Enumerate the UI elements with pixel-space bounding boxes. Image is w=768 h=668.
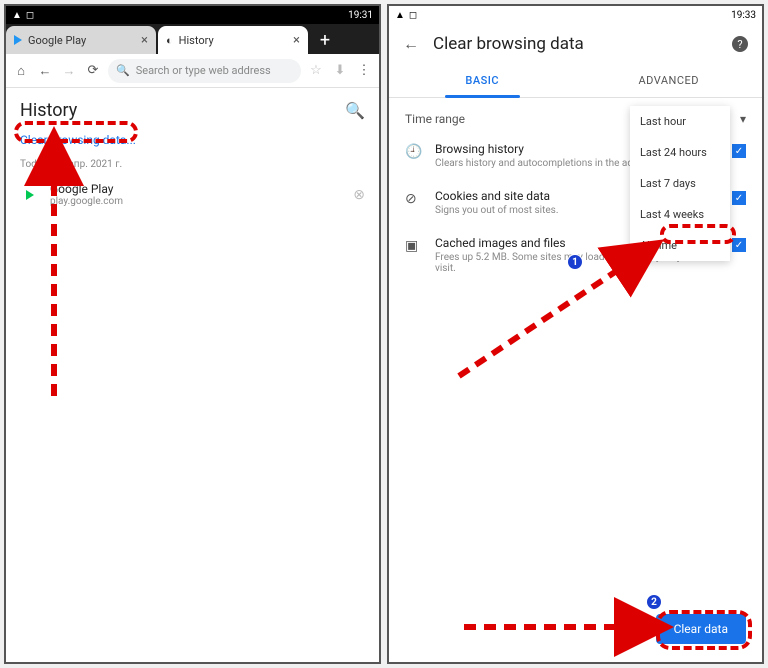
home-icon[interactable]: ⌂	[12, 63, 30, 79]
history-icon: ◐	[166, 34, 173, 47]
toolbar: ⌂ ← → ⟳ 🔍 Search or type web address ☆ ⬇…	[6, 54, 379, 88]
checkbox-checked[interactable]: ✓	[732, 144, 746, 158]
back-icon[interactable]: ←	[36, 63, 54, 79]
menu-icon[interactable]: ⋮	[355, 63, 373, 78]
omnibox[interactable]: 🔍 Search or type web address	[108, 59, 301, 83]
search-icon: 🔍	[116, 64, 130, 77]
search-icon[interactable]: 🔍	[345, 101, 365, 120]
tab-label: History	[179, 34, 214, 47]
reload-icon[interactable]: ⟳	[84, 63, 102, 78]
time-range-label: Time range	[405, 112, 465, 126]
history-item-title: Google Play	[50, 182, 343, 196]
close-icon[interactable]: ×	[293, 33, 300, 48]
dropdown-option-all-time[interactable]: All time	[630, 230, 730, 261]
close-icon[interactable]: ×	[141, 33, 148, 48]
clear-data-button[interactable]: Clear data	[656, 614, 746, 644]
image-icon: ▣	[405, 236, 423, 254]
checkbox-checked[interactable]: ✓	[732, 191, 746, 205]
new-tab-button[interactable]: +	[310, 26, 340, 54]
warning-icon: ▲	[12, 10, 22, 21]
tab-advanced[interactable]: ADVANCED	[576, 64, 763, 97]
history-header: History 🔍	[6, 88, 379, 129]
history-item[interactable]: Google Play play.google.com ⊗	[6, 174, 379, 215]
page-title: History	[20, 100, 77, 121]
back-icon[interactable]: ←	[403, 34, 419, 54]
tab-strip: Google Play × ◐ History × +	[6, 24, 379, 54]
tab-label: Google Play	[28, 34, 86, 47]
dropdown-option[interactable]: Last 7 days	[630, 168, 730, 199]
dropdown-option[interactable]: Last 24 hours	[630, 137, 730, 168]
download-icon[interactable]: ⬇	[331, 63, 349, 78]
star-icon[interactable]: ☆	[307, 63, 325, 78]
tab-history[interactable]: ◐ History ×	[158, 26, 308, 54]
tab-basic[interactable]: BASIC	[389, 64, 576, 97]
tab-google-play[interactable]: Google Play ×	[6, 26, 156, 54]
date-header: Today - 29 апр. 2021 г.	[6, 155, 379, 174]
status-bar: ▲ ◻ 19:31	[6, 6, 379, 24]
play-icon	[20, 185, 40, 205]
tab-bar: BASIC ADVANCED	[389, 64, 762, 98]
clock-icon: 🕘	[405, 142, 423, 160]
dropdown-caret-icon[interactable]: ▾	[740, 112, 746, 126]
omnibox-placeholder: Search or type web address	[136, 64, 271, 77]
warning-icon: ▲	[395, 10, 405, 21]
help-icon[interactable]: ?	[732, 36, 748, 52]
status-icon: ◻	[409, 10, 417, 21]
left-screenshot: ▲ ◻ 19:31 Google Play × ◐ History × + ⌂ …	[4, 4, 381, 664]
checkbox-checked[interactable]: ✓	[732, 238, 746, 252]
status-bar: ▲ ◻ 19:33	[389, 6, 762, 24]
status-time: 19:31	[348, 10, 373, 21]
annotation-badge-2: 2	[646, 594, 662, 610]
delete-history-item-icon[interactable]: ⊗	[353, 187, 365, 203]
dropdown-option[interactable]: Last hour	[630, 106, 730, 137]
time-range-dropdown: Last hour Last 24 hours Last 7 days Last…	[630, 106, 730, 261]
status-icon: ◻	[26, 10, 34, 21]
clear-browsing-data-link[interactable]: Clear browsing data...	[6, 131, 150, 155]
annotation-arrow-2	[459, 612, 659, 642]
right-screenshot: ▲ ◻ 19:33 ← Clear browsing data ? BASIC …	[387, 4, 764, 664]
forward-icon: →	[60, 63, 78, 79]
page-header: ← Clear browsing data ?	[389, 24, 762, 64]
play-icon	[14, 35, 22, 45]
history-item-url: play.google.com	[50, 196, 343, 207]
status-time: 19:33	[731, 10, 756, 21]
cookie-icon: ⊘	[405, 189, 423, 207]
page-title: Clear browsing data	[433, 34, 718, 54]
dropdown-option[interactable]: Last 4 weeks	[630, 199, 730, 230]
